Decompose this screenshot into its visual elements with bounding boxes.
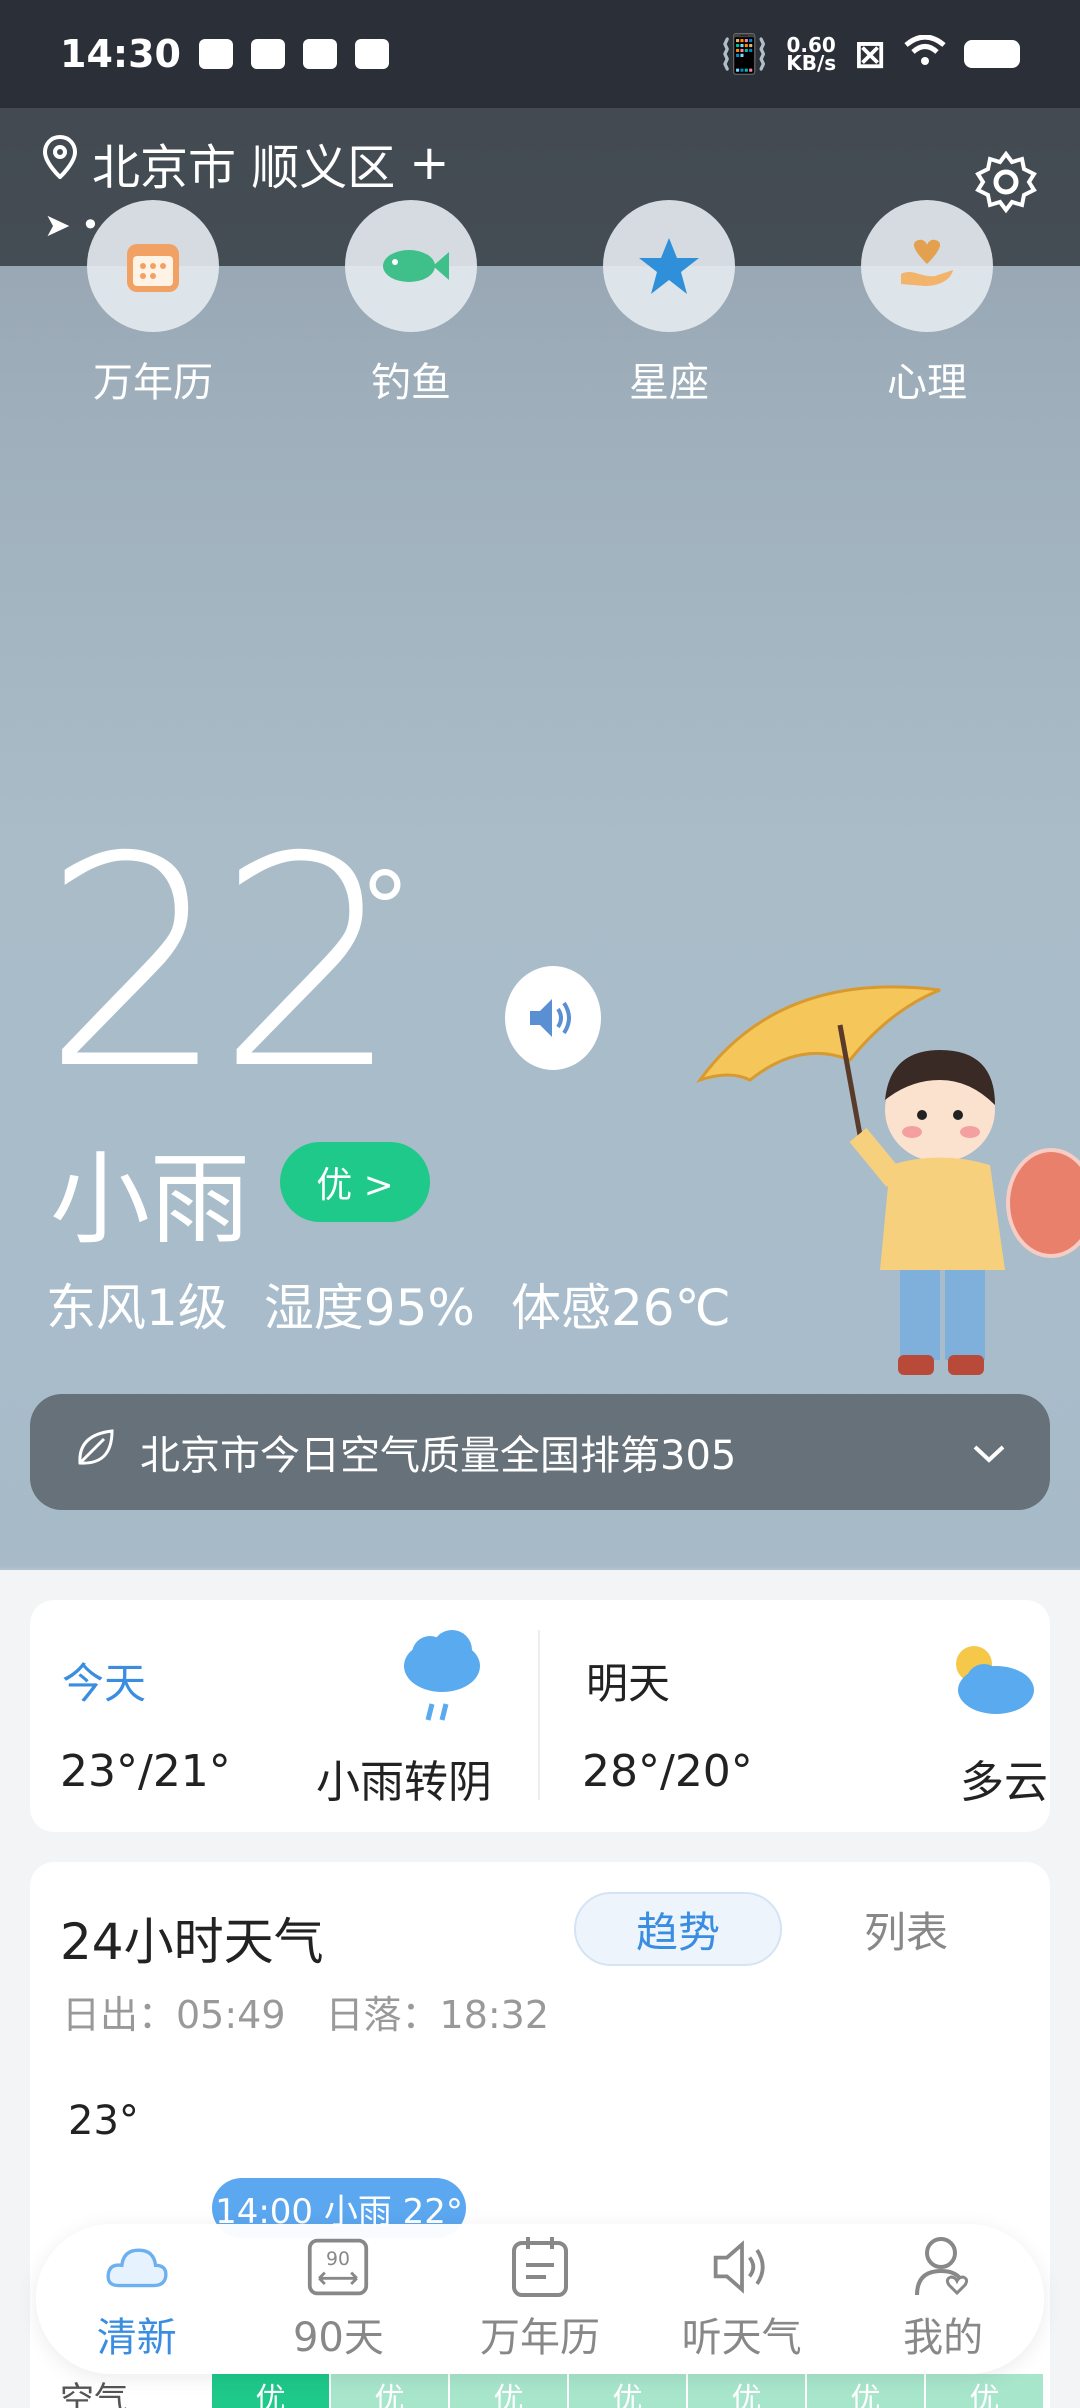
tab-list[interactable]: 列表	[802, 1892, 1010, 1966]
status-time: 14:30	[60, 32, 181, 76]
app-notification-icon	[250, 39, 285, 69]
tab-label: 清新	[96, 2315, 177, 2361]
fish-icon	[345, 200, 477, 332]
forecast-temps: 23°/21°	[60, 1746, 231, 1797]
aqi-badge[interactable]: 优 >	[280, 1142, 430, 1222]
air-cell: 优	[569, 2374, 686, 2408]
profile-icon	[911, 2235, 975, 2299]
air-cell: 优	[807, 2374, 924, 2408]
status-right: 📳 0.60 KB/s ⊠	[721, 32, 1020, 77]
video-notification-icon	[198, 39, 233, 69]
status-bar: 14:30 📳 0.60 KB/s ⊠	[0, 0, 1080, 108]
current-temperature: 22	[42, 796, 401, 1133]
store-notification-icon	[302, 39, 337, 69]
sunrise-time: 日出：05:49	[62, 1993, 286, 2037]
location-selector[interactable]: 北京市 顺义区 +	[42, 128, 449, 198]
network-speed: 0.60 KB/s	[786, 35, 837, 75]
star-icon	[603, 200, 735, 332]
tab-trend[interactable]: 趋势	[574, 1892, 782, 1966]
current-condition: 小雨	[50, 1141, 250, 1258]
leaf-icon	[74, 1425, 118, 1479]
tab-calendar[interactable]: 万年历	[450, 2235, 630, 2363]
tool-label: 心理	[887, 360, 967, 406]
hourly-air-row: 空气 优 优 优 优 优 优 优	[0, 2368, 1080, 2408]
forecast-day-label: 明天	[586, 1659, 671, 1708]
status-left: 14:30	[60, 32, 389, 76]
tab-label: 万年历	[479, 2315, 600, 2361]
air-quality-banner[interactable]: 北京市今日空气质量全国排第305	[30, 1394, 1050, 1510]
tool-label: 万年历	[93, 360, 213, 406]
weather-details: 东风1级 湿度95% 体感26℃	[46, 1268, 731, 1340]
forecast-day-label: 今天	[62, 1659, 147, 1708]
forecast-condition: 多云	[960, 1757, 1048, 1808]
chevron-down-icon[interactable]	[972, 1432, 1006, 1473]
sun-times: 日出：05:49 日落：18:32	[62, 1984, 549, 2039]
battery-icon	[964, 40, 1020, 68]
wifi-icon	[904, 32, 946, 76]
bottom-tab-bar: 清新 90 90天 万年历 听天气 我的	[36, 2224, 1044, 2374]
air-row-label: 空气	[60, 2380, 128, 2408]
svg-text:90: 90	[326, 2249, 350, 2270]
no-sim-icon: ⊠	[854, 32, 886, 76]
calendar-icon	[87, 200, 219, 332]
network-speed-unit: KB/s	[786, 51, 837, 75]
tab-profile[interactable]: 我的	[853, 2235, 1033, 2363]
tool-label: 星座	[629, 360, 709, 406]
air-cells: 优 优 优 优 优 优 优	[212, 2374, 1043, 2408]
tool-calendar[interactable]: 万年历	[53, 200, 253, 408]
forecast-condition: 小雨转阴	[316, 1757, 492, 1808]
forecast-tomorrow[interactable]: 明天 28°/20° 多云	[540, 1600, 1050, 1832]
humidity-info: 湿度95%	[263, 1279, 475, 1337]
tab-90-days[interactable]: 90 90天	[248, 2235, 428, 2363]
umbrella-character-illustration	[690, 970, 1030, 1410]
tab-fresh[interactable]: 清新	[47, 2235, 227, 2363]
hourly-title: 24小时天气	[60, 1913, 324, 1971]
speaker-icon[interactable]	[505, 966, 601, 1070]
tab-label: 90天	[292, 2315, 384, 2361]
tab-listen-weather[interactable]: 听天气	[652, 2235, 832, 2363]
tab-label: 听天气	[681, 2315, 802, 2361]
sunset-time: 日落：18:32	[325, 1993, 550, 2037]
tool-label: 钓鱼	[371, 360, 451, 406]
hourly-max-temp: 23°	[68, 2098, 139, 2144]
message-notification-icon	[354, 39, 389, 69]
air-cell: 优	[926, 2374, 1043, 2408]
rain-cloud-icon	[400, 1630, 484, 1734]
air-quality-text: 北京市今日空气质量全国排第305	[140, 1433, 737, 1479]
hourly-view-tabs: 趋势 列表	[574, 1892, 1010, 1966]
tool-fishing[interactable]: 钓鱼	[311, 200, 511, 408]
air-cell: 优	[331, 2374, 448, 2408]
wind-info: 东风1级	[46, 1279, 228, 1337]
tab-label: 我的	[903, 2315, 984, 2361]
vibrate-icon: 📳	[720, 31, 769, 76]
forecast-today[interactable]: 今天 23°/21° 小雨转阴	[30, 1600, 538, 1832]
forecast-card: 今天 23°/21° 小雨转阴 明天 28°/20° 多云	[30, 1600, 1050, 1832]
tool-horoscope[interactable]: 星座	[569, 200, 769, 408]
forecast-temps: 28°/20°	[582, 1746, 753, 1797]
add-location-button[interactable]: +	[409, 135, 449, 191]
air-cell: 优	[688, 2374, 805, 2408]
ninety-day-icon: 90	[306, 2235, 370, 2299]
air-cell: 优	[212, 2374, 329, 2408]
location-name: 北京市 顺义区	[92, 140, 396, 196]
tool-psychology[interactable]: 心理	[827, 200, 1027, 408]
heart-hand-icon	[861, 200, 993, 332]
partly-cloudy-icon	[940, 1636, 1036, 1724]
cloud-icon	[105, 2235, 169, 2299]
location-pin-icon	[42, 134, 78, 191]
calendar-icon	[508, 2235, 572, 2299]
degree-symbol: °	[360, 850, 410, 967]
speaker-icon	[710, 2235, 774, 2299]
air-cell: 优	[450, 2374, 567, 2408]
quick-tools: 万年历 钓鱼 星座 心理	[0, 200, 1080, 408]
